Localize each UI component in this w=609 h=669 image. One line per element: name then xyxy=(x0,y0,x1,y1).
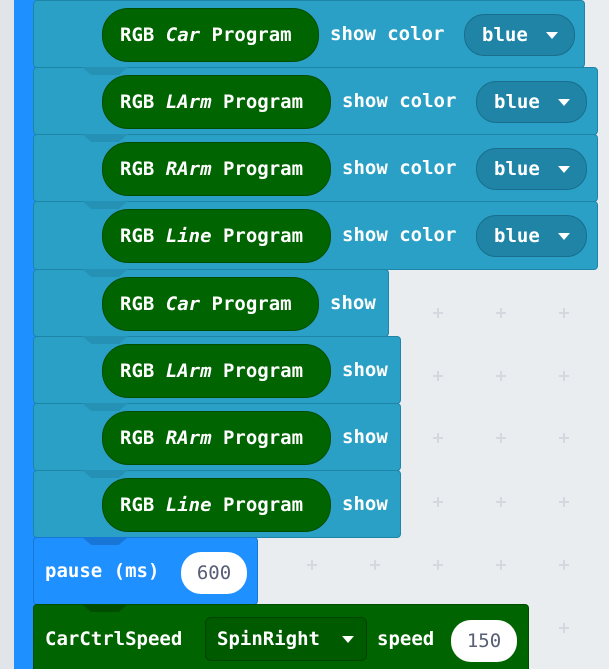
color-dropdown[interactable]: blue xyxy=(476,81,587,123)
rgb-program-reporter[interactable]: RGB LArm Program xyxy=(102,344,331,398)
grid-dot xyxy=(496,433,506,443)
grid-dot xyxy=(496,371,506,381)
color-dropdown-value: blue xyxy=(482,24,528,46)
block-notch xyxy=(82,134,128,142)
show-color-label: show color xyxy=(342,90,457,112)
rgb-program-reporter[interactable]: RGB Car Program xyxy=(102,8,319,62)
rgb-program-reporter[interactable]: RGB Car Program xyxy=(102,277,319,331)
rgb-show-block[interactable]: RGB LArm Program show xyxy=(33,336,401,404)
show-color-label: show color xyxy=(342,157,457,179)
direction-dropdown[interactable]: SpinRight xyxy=(205,617,367,661)
show-label: show xyxy=(342,426,388,448)
rgb-program-reporter[interactable]: RGB LArm Program xyxy=(102,75,331,129)
show-label: show xyxy=(342,359,388,381)
car-ctrl-label: CarCtrlSpeed xyxy=(45,628,183,650)
grid-dot xyxy=(433,308,443,318)
grid-dot xyxy=(559,308,569,318)
rgb-show-color-block[interactable]: RGB RArm Program show color blue xyxy=(33,134,598,202)
pause-ms-input[interactable]: 600 xyxy=(181,552,247,594)
rgb-program-reporter[interactable]: RGB RArm Program xyxy=(102,411,331,465)
rgb-program-reporter[interactable]: RGB Line Program xyxy=(102,209,331,263)
grid-dot xyxy=(433,433,443,443)
grid-dot xyxy=(559,497,569,507)
color-dropdown[interactable]: blue xyxy=(476,215,587,257)
grid-dot xyxy=(433,560,443,570)
rgb-target-label: RArm xyxy=(165,427,212,449)
block-notch xyxy=(82,67,128,75)
grid-dot xyxy=(559,371,569,381)
rgb-target-label: LArm xyxy=(165,91,212,113)
grid-dot xyxy=(496,308,506,318)
speed-label: speed xyxy=(377,628,435,650)
grid-dot xyxy=(370,560,380,570)
color-dropdown-value: blue xyxy=(494,91,540,113)
rgb-show-block[interactable]: RGB RArm Program show xyxy=(33,403,401,471)
rgb-target-label: Line xyxy=(165,494,212,516)
show-label: show xyxy=(330,292,376,314)
rgb-target-label: LArm xyxy=(165,360,212,382)
color-dropdown-value: blue xyxy=(494,158,540,180)
pause-block[interactable]: pause (ms) 600 xyxy=(33,537,258,605)
color-dropdown[interactable]: blue xyxy=(476,148,587,190)
rgb-target-label: Car xyxy=(165,24,201,46)
grid-dot xyxy=(559,623,569,633)
grid-dot xyxy=(496,497,506,507)
pause-label: pause (ms) xyxy=(45,560,160,582)
rgb-program-reporter[interactable]: RGB Line Program xyxy=(102,478,331,532)
direction-dropdown-value: SpinRight xyxy=(217,628,320,650)
workspace-left-margin xyxy=(0,0,14,669)
grid-dot xyxy=(559,433,569,443)
caret-down-icon xyxy=(342,636,354,643)
rgb-target-label: Line xyxy=(165,225,212,247)
grid-dot xyxy=(496,560,506,570)
rgb-show-block[interactable]: RGB Car Program show xyxy=(33,269,389,337)
grid-dot xyxy=(433,371,443,381)
show-color-label: show color xyxy=(330,23,445,45)
block-notch xyxy=(82,269,128,277)
rgb-program-reporter[interactable]: RGB RArm Program xyxy=(102,142,331,196)
block-notch xyxy=(82,604,128,612)
grid-dot xyxy=(433,497,443,507)
caret-down-icon xyxy=(546,32,558,39)
grid-dot xyxy=(307,560,317,570)
rgb-show-block[interactable]: RGB Line Program show xyxy=(33,470,401,538)
grid-dot xyxy=(559,560,569,570)
rgb-target-label: RArm xyxy=(165,158,212,180)
caret-down-icon xyxy=(558,99,570,106)
show-label: show xyxy=(342,493,388,515)
block-notch xyxy=(82,537,128,545)
rgb-show-color-block[interactable]: RGB Car Program show color blue xyxy=(33,0,585,68)
blocks-workspace[interactable]: RGB Car Program show color blue RGB LArm… xyxy=(0,0,609,669)
block-notch xyxy=(82,470,128,478)
car-ctrl-speed-block[interactable]: CarCtrlSpeed SpinRight speed 150 xyxy=(33,604,529,669)
color-dropdown[interactable]: blue xyxy=(464,14,575,56)
rgb-show-color-block[interactable]: RGB LArm Program show color blue xyxy=(33,67,598,135)
caret-down-icon xyxy=(558,166,570,173)
show-color-label: show color xyxy=(342,224,457,246)
block-notch xyxy=(82,336,128,344)
speed-input[interactable]: 150 xyxy=(451,620,517,662)
color-dropdown-value: blue xyxy=(494,225,540,247)
caret-down-icon xyxy=(558,233,570,240)
rgb-target-label: Car xyxy=(165,293,201,315)
block-notch xyxy=(82,201,128,209)
rgb-show-color-block[interactable]: RGB Line Program show color blue xyxy=(33,201,598,270)
block-notch xyxy=(82,403,128,411)
